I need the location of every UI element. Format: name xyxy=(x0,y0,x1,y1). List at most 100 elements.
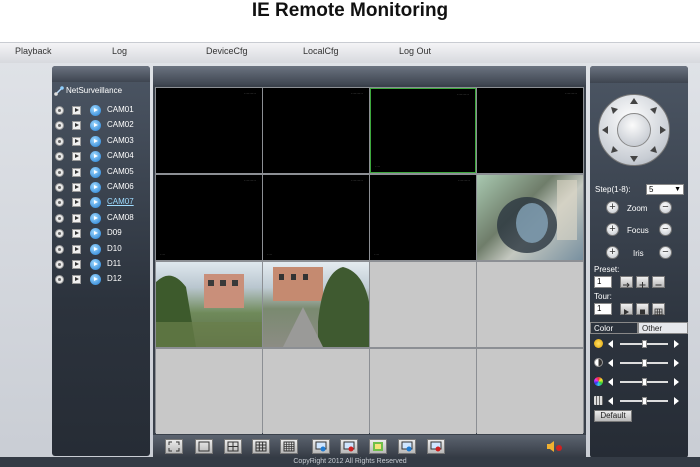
menu-devicecfg[interactable]: DeviceCfg xyxy=(206,46,248,56)
record-toggle-icon[interactable] xyxy=(55,229,64,239)
record-toggle-icon[interactable] xyxy=(55,106,64,115)
focus-in-button[interactable]: + xyxy=(606,223,619,236)
layout-16-button[interactable] xyxy=(280,439,298,454)
step-select[interactable]: 5 ▼ xyxy=(646,184,684,195)
saturation-knob[interactable] xyxy=(641,378,647,386)
channel-row[interactable]: CAM04 xyxy=(55,150,147,164)
focus-out-button[interactable]: − xyxy=(659,223,672,236)
tour-play-button[interactable] xyxy=(620,303,633,315)
video-cell-16[interactable] xyxy=(477,349,583,434)
menu-log[interactable]: Log xyxy=(112,46,127,56)
record-toggle-icon[interactable] xyxy=(55,121,64,131)
decrease-arrow-icon[interactable] xyxy=(608,397,613,405)
menu-playback[interactable]: Playback xyxy=(15,46,52,56)
play-icon[interactable] xyxy=(72,275,81,285)
play-icon[interactable] xyxy=(72,229,81,239)
stop-record-button[interactable] xyxy=(427,439,445,454)
channel-row[interactable]: CAM03 xyxy=(55,135,147,149)
camera-play-icon[interactable] xyxy=(90,197,101,209)
video-cell-12[interactable] xyxy=(477,262,583,347)
play-icon[interactable] xyxy=(72,213,81,223)
zoom-in-button[interactable]: + xyxy=(606,201,619,214)
record-toggle-icon[interactable] xyxy=(55,244,64,254)
video-cell-14[interactable] xyxy=(263,349,369,434)
play-icon[interactable] xyxy=(72,152,81,162)
video-cell-8-indoor-feed[interactable] xyxy=(477,175,583,260)
increase-arrow-icon[interactable] xyxy=(674,340,679,348)
tour-stop-button[interactable] xyxy=(636,303,649,315)
decrease-arrow-icon[interactable] xyxy=(608,359,613,367)
preset-input[interactable]: 1 xyxy=(594,276,612,288)
channel-label[interactable]: CAM04 xyxy=(107,151,134,160)
layout-1-button[interactable] xyxy=(195,439,213,454)
increase-arrow-icon[interactable] xyxy=(674,378,679,386)
zoom-out-button[interactable]: − xyxy=(659,201,672,214)
record-all-button[interactable] xyxy=(398,439,416,454)
default-button[interactable]: Default xyxy=(594,410,632,422)
preset-add-button[interactable] xyxy=(636,276,649,288)
ptz-center-button[interactable] xyxy=(617,113,651,147)
channel-label[interactable]: CAM01 xyxy=(107,105,134,114)
ptz-direction-pad[interactable] xyxy=(598,94,670,166)
video-cell-10-outdoor-feed[interactable] xyxy=(263,262,369,347)
tab-other[interactable]: Other xyxy=(638,322,688,334)
play-icon[interactable] xyxy=(72,260,81,269)
preset-goto-button[interactable] xyxy=(620,276,633,288)
play-icon[interactable] xyxy=(72,167,81,177)
tree-root[interactable]: NetSurveillance xyxy=(54,86,122,98)
record-toggle-icon[interactable] xyxy=(55,198,64,208)
record-toggle-icon[interactable] xyxy=(55,183,64,192)
video-cell-6[interactable]: ········· ···· xyxy=(263,175,369,260)
video-cell-3-selected[interactable]: ········· ···· xyxy=(370,88,476,173)
camera-play-icon[interactable] xyxy=(90,151,101,163)
record-toggle-icon[interactable] xyxy=(55,136,64,146)
camera-play-icon[interactable] xyxy=(90,212,101,224)
record-toggle-icon[interactable] xyxy=(55,260,64,269)
camera-play-icon[interactable] xyxy=(90,135,101,147)
channel-row[interactable]: CAM05 xyxy=(55,166,147,180)
tour-grid-button[interactable] xyxy=(652,303,665,316)
decrease-arrow-icon[interactable] xyxy=(608,340,613,348)
camera-play-icon[interactable] xyxy=(90,166,101,178)
increase-arrow-icon[interactable] xyxy=(674,359,679,367)
camera-play-icon[interactable] xyxy=(90,228,101,240)
record-toggle-icon[interactable] xyxy=(55,152,64,162)
video-cell-1[interactable]: ········· xyxy=(156,88,262,173)
play-icon[interactable] xyxy=(72,244,81,254)
channel-row[interactable]: CAM06 xyxy=(55,181,147,195)
camera-play-icon[interactable] xyxy=(90,274,101,286)
camera-play-icon[interactable] xyxy=(90,105,101,116)
close-all-video-button[interactable] xyxy=(340,439,358,454)
decrease-arrow-icon[interactable] xyxy=(608,378,613,386)
channel-row[interactable]: CAM07 xyxy=(55,196,147,210)
play-icon[interactable] xyxy=(72,136,81,146)
channel-label[interactable]: CAM05 xyxy=(107,167,134,176)
video-cell-11[interactable] xyxy=(370,262,476,347)
increase-arrow-icon[interactable] xyxy=(674,397,679,405)
video-cell-9-outdoor-feed[interactable] xyxy=(156,262,262,347)
play-icon[interactable] xyxy=(72,183,81,192)
mute-button[interactable] xyxy=(545,439,565,454)
layout-9-button[interactable] xyxy=(252,439,270,454)
tab-color[interactable]: Color xyxy=(590,322,638,334)
record-toggle-icon[interactable] xyxy=(55,213,64,223)
channel-label[interactable]: D11 xyxy=(107,259,121,268)
video-cell-4[interactable]: ········· xyxy=(477,88,583,173)
camera-play-icon[interactable] xyxy=(90,120,101,132)
channel-label[interactable]: CAM07 xyxy=(107,197,134,206)
contrast-knob[interactable] xyxy=(641,359,647,367)
channel-label[interactable]: D12 xyxy=(107,274,122,283)
channel-row[interactable]: D11 xyxy=(55,258,147,272)
channel-label[interactable]: D09 xyxy=(107,228,122,237)
tour-input[interactable]: 1 xyxy=(594,303,612,315)
camera-play-icon[interactable] xyxy=(90,182,101,193)
channel-row[interactable]: CAM02 xyxy=(55,119,147,133)
iris-open-button[interactable]: + xyxy=(606,246,619,259)
channel-label[interactable]: D10 xyxy=(107,244,122,253)
preset-remove-button[interactable] xyxy=(652,276,665,288)
hue-knob[interactable] xyxy=(641,397,647,405)
play-icon[interactable] xyxy=(72,121,81,131)
iris-close-button[interactable]: − xyxy=(659,246,672,259)
video-cell-5[interactable]: ········· ···· xyxy=(156,175,262,260)
channel-row[interactable]: D09 xyxy=(55,227,147,241)
